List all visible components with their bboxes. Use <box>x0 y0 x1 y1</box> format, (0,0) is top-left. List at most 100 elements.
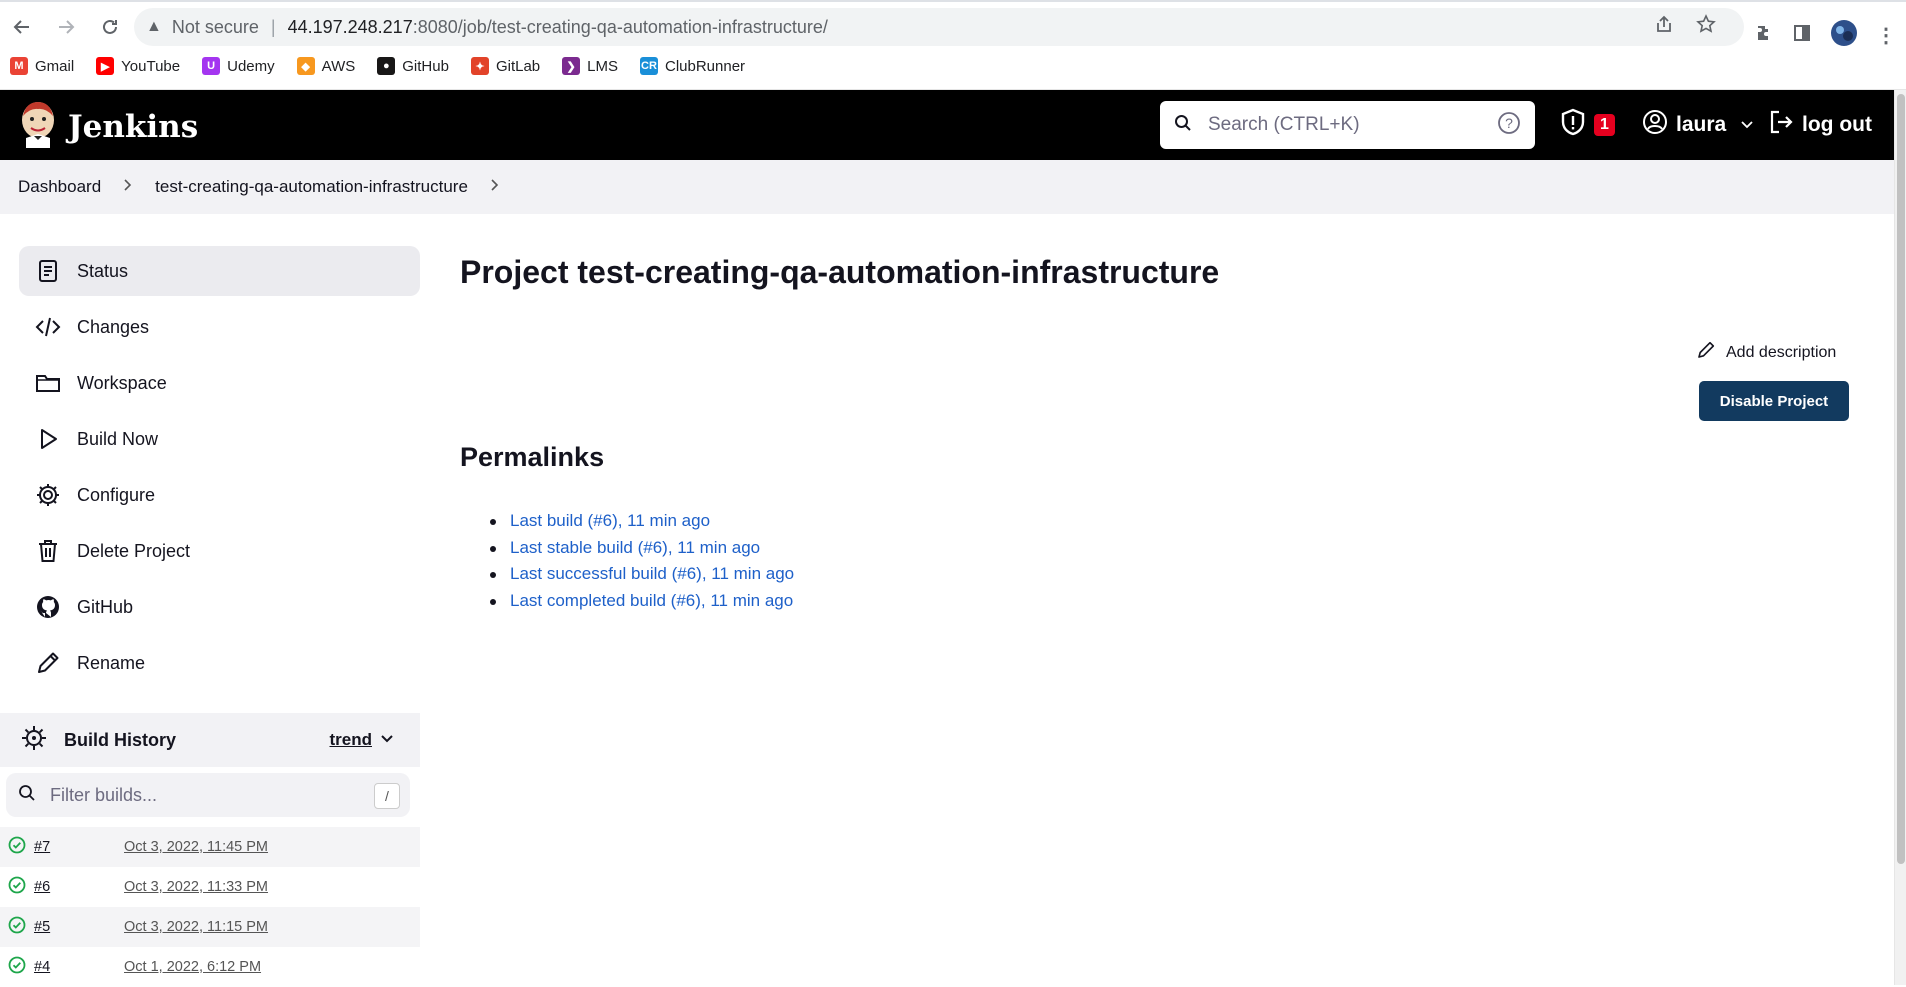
task-label: Status <box>77 260 129 281</box>
back-icon[interactable] <box>4 9 40 45</box>
jenkins-home-link[interactable]: Jenkins <box>18 100 198 153</box>
build-row[interactable]: #5 Oct 3, 2022, 11:15 PM <box>0 907 420 947</box>
svg-text:?: ? <box>1505 115 1513 131</box>
build-row[interactable]: #6 Oct 3, 2022, 11:33 PM <box>0 867 420 907</box>
add-description-label: Add description <box>1726 343 1837 361</box>
page-title: Project test-creating-qa-automation-infr… <box>460 254 1220 290</box>
bookmark-aws[interactable]: ◆ AWS <box>296 57 355 75</box>
success-icon <box>8 916 26 938</box>
task-workspace[interactable]: Workspace <box>19 358 420 408</box>
username: laura <box>1676 113 1727 136</box>
browser-menu-icon[interactable]: ⋮ <box>1876 23 1896 48</box>
search-box[interactable]: ? <box>1160 101 1535 149</box>
side-panel: Status Changes Workspace Build Now Confi… <box>0 214 420 985</box>
jenkins-butler-icon <box>18 100 58 153</box>
tab-strip <box>0 0 1906 2</box>
build-row[interactable]: #7 Oct 3, 2022, 11:45 PM <box>0 827 420 867</box>
search-icon <box>18 784 36 807</box>
bookmark-label: Gmail <box>35 57 75 75</box>
jenkins-title: Jenkins <box>68 108 199 145</box>
bookmark-lms[interactable]: ❯ LMS <box>562 57 618 75</box>
permalink-last-build[interactable]: Last build (#6), 11 min ago <box>510 511 710 530</box>
pencil-icon <box>19 650 77 676</box>
security-label: Not secure <box>171 16 259 37</box>
aws-icon: ◆ <box>296 57 315 75</box>
disable-project-button[interactable]: Disable Project <box>1699 381 1849 421</box>
security-count-badge: 1 <box>1594 114 1615 136</box>
share-icon[interactable] <box>1654 14 1674 40</box>
task-build-now[interactable]: Build Now <box>19 414 420 464</box>
warning-icon: ▲ <box>146 18 162 35</box>
bookmark-udemy[interactable]: U Udemy <box>202 57 275 75</box>
keyboard-shortcut-hint: / <box>374 783 400 809</box>
permalinks-list: Last build (#6), 11 min ago Last stable … <box>489 508 794 615</box>
page-scrollbar[interactable] <box>1894 90 1906 985</box>
address-bar[interactable]: ▲ Not secure | 44.197.248.217:8080/job/t… <box>134 8 1744 46</box>
chevron-right-icon[interactable] <box>490 178 500 197</box>
add-description-link[interactable]: Add description <box>1696 340 1836 365</box>
chevron-down-icon[interactable] <box>380 731 394 750</box>
filter-builds-box[interactable]: / <box>6 773 410 817</box>
build-number-link[interactable]: #5 <box>34 919 124 935</box>
clubrunner-icon: CR <box>640 57 658 75</box>
side-panel-icon[interactable] <box>1792 23 1812 48</box>
build-date-link[interactable]: Oct 3, 2022, 11:15 PM <box>124 919 268 935</box>
logout-label: log out <box>1802 113 1872 136</box>
folder-icon <box>19 370 77 396</box>
bookmark-gitlab[interactable]: ✦ GitLab <box>470 57 540 75</box>
bookmark-gmail[interactable]: M Gmail <box>10 57 74 75</box>
list-item: Last stable build (#6), 11 min ago <box>489 535 794 562</box>
build-number-link[interactable]: #4 <box>34 959 124 975</box>
build-number-link[interactable]: #7 <box>34 839 124 855</box>
build-row[interactable]: #4 Oct 1, 2022, 6:12 PM <box>0 947 420 987</box>
build-date-link[interactable]: Oct 3, 2022, 11:33 PM <box>124 879 268 895</box>
task-delete-project[interactable]: Delete Project <box>19 526 420 576</box>
task-status[interactable]: Status <box>19 246 420 296</box>
udemy-icon: U <box>202 57 221 75</box>
bookmark-star-icon[interactable] <box>1696 14 1716 40</box>
filter-builds-input[interactable] <box>50 784 410 806</box>
bookmark-github[interactable]: ● GitHub <box>377 57 449 75</box>
build-date-link[interactable]: Oct 1, 2022, 6:12 PM <box>124 959 261 975</box>
task-label: Changes <box>77 316 150 337</box>
breadcrumb-project[interactable]: test-creating-qa-automation-infrastructu… <box>155 177 468 197</box>
gmail-icon: M <box>10 57 28 75</box>
help-icon[interactable]: ? <box>1497 111 1521 140</box>
list-item: Last completed build (#6), 11 min ago <box>489 588 794 615</box>
task-label: Configure <box>77 484 156 505</box>
task-rename[interactable]: Rename <box>19 638 420 688</box>
url-path: :8080/job/test-creating-qa-automation-in… <box>412 16 828 37</box>
build-date-link[interactable]: Oct 3, 2022, 11:45 PM <box>124 839 268 855</box>
user-icon <box>1642 109 1668 141</box>
play-icon <box>19 426 77 452</box>
task-label: Delete Project <box>77 540 191 561</box>
trend-link[interactable]: trend <box>330 730 373 750</box>
github-icon: ● <box>377 57 396 75</box>
shield-alert-icon <box>1560 108 1586 142</box>
reload-icon[interactable] <box>92 9 128 45</box>
user-menu[interactable]: laura <box>1642 90 1754 160</box>
search-input[interactable] <box>1208 114 1497 136</box>
bookmark-youtube[interactable]: ▶ YouTube <box>96 57 180 75</box>
success-icon <box>8 956 26 978</box>
logout-icon <box>1768 109 1794 141</box>
task-github[interactable]: GitHub <box>19 582 420 632</box>
status-icon <box>19 258 77 284</box>
profile-avatar[interactable] <box>1830 19 1858 52</box>
task-label: Build Now <box>77 428 159 449</box>
lms-icon: ❯ <box>562 57 581 75</box>
permalink-last-completed[interactable]: Last completed build (#6), 11 min ago <box>510 591 793 610</box>
permalink-last-stable[interactable]: Last stable build (#6), 11 min ago <box>510 538 760 557</box>
scrollbar-thumb[interactable] <box>1897 94 1905 864</box>
forward-icon[interactable] <box>48 9 84 45</box>
build-number-link[interactable]: #6 <box>34 879 124 895</box>
bookmark-clubrunner[interactable]: CR ClubRunner <box>640 57 745 75</box>
permalink-last-successful[interactable]: Last successful build (#6), 11 min ago <box>510 564 794 583</box>
logout-link[interactable]: log out <box>1768 90 1872 160</box>
breadcrumb-dashboard[interactable]: Dashboard <box>18 177 101 197</box>
task-changes[interactable]: Changes <box>19 302 420 352</box>
extensions-icon[interactable] <box>1754 23 1774 48</box>
security-alerts[interactable]: 1 <box>1560 90 1615 160</box>
task-configure[interactable]: Configure <box>19 470 420 520</box>
bookmark-label: ClubRunner <box>665 57 746 75</box>
